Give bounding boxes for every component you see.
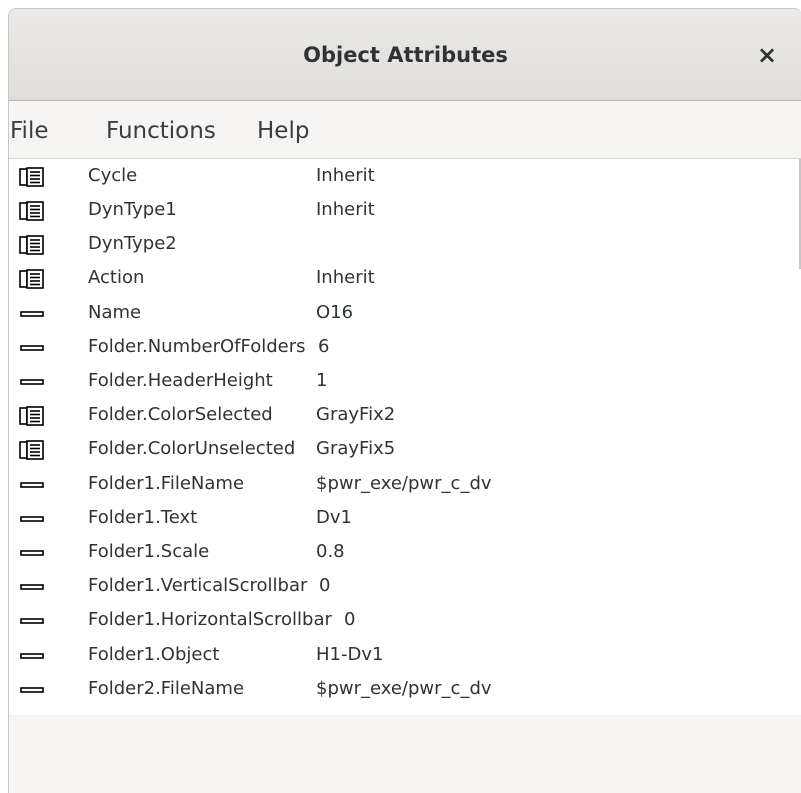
object-attributes-window: Object Attributes × File Functions Help … xyxy=(8,8,801,793)
attribute-name: Name xyxy=(88,302,142,323)
attribute-icon[interactable] xyxy=(19,509,45,529)
attribute-icon[interactable] xyxy=(19,338,45,358)
attribute-row[interactable]: DynType2 xyxy=(9,227,789,261)
attribute-value: GrayFix5 xyxy=(316,438,396,459)
attribute-value: GrayFix2 xyxy=(316,404,396,425)
attribute-row[interactable]: Folder.HeaderHeight 1 xyxy=(9,364,789,398)
attribute-value: 0 xyxy=(344,609,356,630)
attribute-name: Folder2.FileName xyxy=(88,678,245,699)
attribute-value: O16 xyxy=(316,302,354,323)
attribute-row[interactable]: Name O16 xyxy=(9,296,789,330)
attribute-name: Folder1.Object xyxy=(88,644,220,665)
attribute-value: $pwr_exe/pwr_c_dv xyxy=(316,473,492,494)
attribute-value: 1 xyxy=(316,370,328,391)
attribute-row[interactable]: Folder1.VerticalScrollbar 0 xyxy=(9,569,789,603)
attribute-value: Inherit xyxy=(316,199,375,220)
attribute-value: 0.8 xyxy=(316,541,345,562)
attribute-row[interactable]: Folder1.HorizontalScrollbar 0 xyxy=(9,603,789,637)
attribute-row[interactable]: Folder1.Text Dv1 xyxy=(9,501,789,535)
close-icon[interactable]: × xyxy=(749,37,785,73)
attribute-value: H1-Dv1 xyxy=(316,644,384,665)
window-title: Object Attributes xyxy=(303,43,508,67)
title-bar[interactable]: Object Attributes × xyxy=(9,9,801,101)
attribute-icon[interactable] xyxy=(19,646,45,666)
attribute-value: $pwr_exe/pwr_c_dv xyxy=(316,678,492,699)
attribute-row[interactable]: Folder.ColorUnselected GrayFix5 xyxy=(9,432,789,466)
attribute-name: Folder.ColorUnselected xyxy=(88,438,296,459)
attribute-value: Inherit xyxy=(316,165,375,186)
attribute-value: 6 xyxy=(318,336,330,357)
attribute-name: DynType2 xyxy=(88,233,177,254)
attribute-value: Inherit xyxy=(316,267,375,288)
menu-bar: File Functions Help xyxy=(9,101,801,158)
folder-icon[interactable] xyxy=(19,269,45,289)
attribute-row[interactable]: Action Inherit xyxy=(9,261,789,295)
attribute-name: Folder1.HorizontalScrollbar xyxy=(88,609,332,630)
attribute-name: Folder.NumberOfFolders xyxy=(88,336,306,357)
attribute-row[interactable]: Folder1.Object H1-Dv1 xyxy=(9,638,789,672)
attribute-row[interactable]: Folder.ColorSelected GrayFix2 xyxy=(9,398,789,432)
attribute-value: 0 xyxy=(319,575,331,596)
menu-file[interactable]: File xyxy=(10,101,49,158)
attribute-name: Action xyxy=(88,267,145,288)
attribute-icon[interactable] xyxy=(19,372,45,392)
attribute-name: Folder1.Text xyxy=(88,507,198,528)
attribute-name: Folder1.FileName xyxy=(88,473,245,494)
attribute-name: Folder1.VerticalScrollbar xyxy=(88,575,308,596)
attribute-icon[interactable] xyxy=(19,543,45,563)
attribute-icon[interactable] xyxy=(19,611,45,631)
folder-icon[interactable] xyxy=(19,406,45,426)
attribute-row[interactable]: Folder.NumberOfFolders 6 xyxy=(9,330,789,364)
attribute-row[interactable]: Folder2.FileName $pwr_exe/pwr_c_dv xyxy=(9,672,789,706)
attribute-list[interactable]: Cycle Inherit DynType1 Inherit DynType2 Actio… xyxy=(9,158,801,716)
attribute-icon[interactable] xyxy=(19,304,45,324)
attribute-row[interactable]: Folder1.FileName $pwr_exe/pwr_c_dv xyxy=(9,467,789,501)
folder-icon[interactable] xyxy=(19,440,45,460)
status-area xyxy=(9,715,801,793)
attribute-row[interactable]: Cycle Inherit xyxy=(9,159,789,193)
attribute-name: Cycle xyxy=(88,165,138,186)
attribute-icon[interactable] xyxy=(19,577,45,597)
attribute-name: Folder.HeaderHeight xyxy=(88,370,273,391)
folder-icon[interactable] xyxy=(19,167,45,187)
folder-icon[interactable] xyxy=(19,201,45,221)
attribute-row[interactable]: Folder1.Scale 0.8 xyxy=(9,535,789,569)
attribute-row[interactable]: DynType1 Inherit xyxy=(9,193,789,227)
attribute-name: Folder.ColorSelected xyxy=(88,404,273,425)
folder-icon[interactable] xyxy=(19,235,45,255)
attribute-name: Folder1.Scale xyxy=(88,541,210,562)
attribute-name: DynType1 xyxy=(88,199,177,220)
attribute-icon[interactable] xyxy=(19,680,45,700)
menu-functions[interactable]: Functions xyxy=(106,101,216,158)
attribute-icon[interactable] xyxy=(19,475,45,495)
attribute-value: Dv1 xyxy=(316,507,352,528)
menu-help[interactable]: Help xyxy=(257,101,309,158)
